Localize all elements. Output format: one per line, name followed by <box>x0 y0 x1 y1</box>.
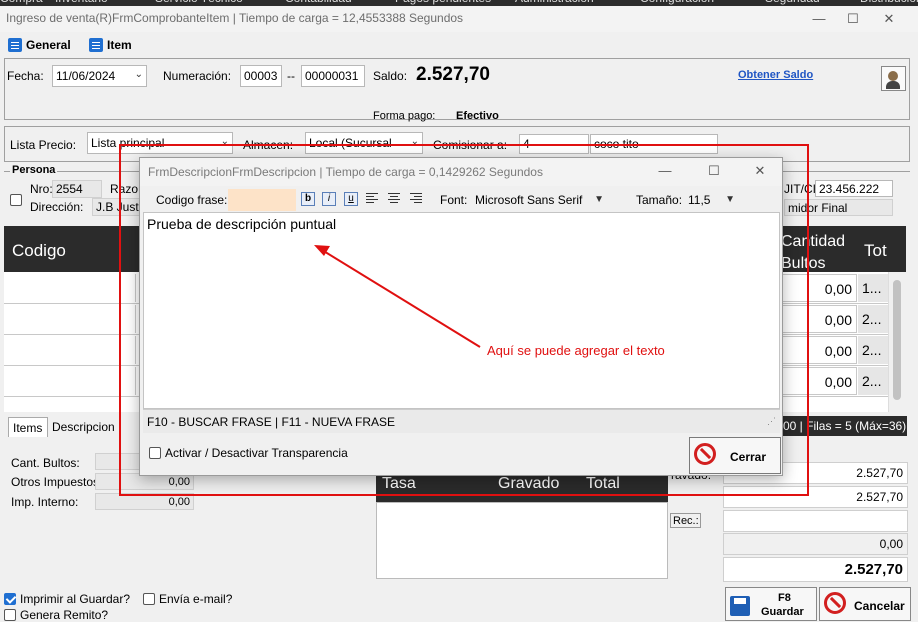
annotation-rectangle <box>119 144 809 496</box>
annotation-overlay <box>119 144 809 496</box>
annotation-arrow-line <box>321 249 481 348</box>
annotation-text: Aquí se puede agregar el texto <box>487 343 665 358</box>
